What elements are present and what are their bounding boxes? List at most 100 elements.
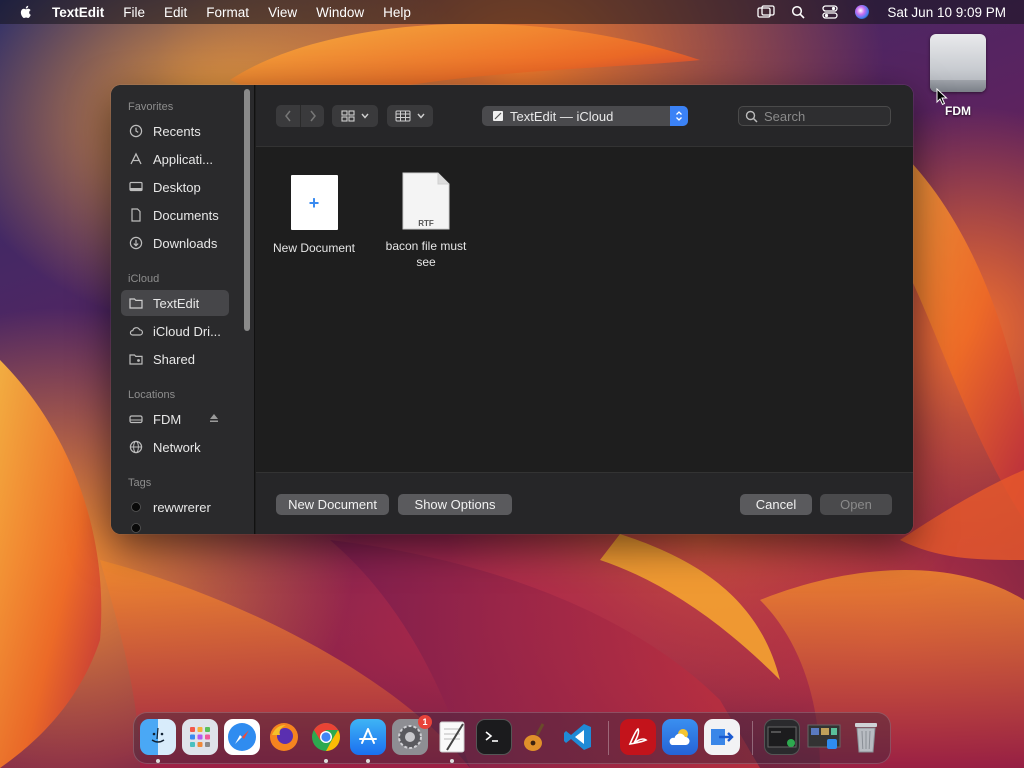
sidebar-item-label: rewwrerer: [153, 499, 211, 515]
folder-icon: [129, 296, 143, 310]
group-grid-icon: [395, 110, 411, 122]
sidebar-item-tag-partial[interactable]: [121, 522, 229, 534]
new-document-button[interactable]: New Document: [276, 494, 389, 515]
trash-icon[interactable]: [848, 719, 884, 755]
textedit-icon[interactable]: [434, 719, 470, 755]
garageband-icon[interactable]: [518, 719, 554, 755]
file-item-new-document[interactable]: + New Document: [264, 175, 364, 256]
mouse-pointer-icon: [936, 88, 948, 106]
group-by-button[interactable]: [387, 105, 433, 127]
menu-edit[interactable]: Edit: [164, 5, 187, 20]
file-name: New Document: [272, 241, 356, 255]
acrobat-icon[interactable]: [620, 719, 656, 755]
menu-format[interactable]: Format: [206, 5, 249, 20]
location-stepper[interactable]: [670, 106, 688, 126]
open-file-dialog: Favorites Recents Applicati... Desktop D…: [111, 85, 913, 534]
cloud-icon: [129, 324, 143, 338]
terminal-icon[interactable]: [476, 719, 512, 755]
search-input[interactable]: [764, 108, 884, 124]
menu-view[interactable]: View: [268, 5, 297, 20]
menu-file[interactable]: File: [123, 5, 145, 20]
menu-bar: TextEdit File Edit Format View Window He…: [0, 0, 1024, 24]
sidebar-item-tag-rewwrerer[interactable]: rewwrerer: [121, 494, 229, 520]
launchpad-icon[interactable]: [182, 719, 218, 755]
recent-window2-icon[interactable]: [806, 719, 842, 755]
sidebar-item-desktop[interactable]: Desktop: [121, 174, 229, 200]
forward-button[interactable]: [300, 105, 324, 127]
file-browser: + New Document RTF bacon file must see: [256, 148, 913, 472]
rtf-badge: RTF: [418, 219, 434, 228]
finder-icon[interactable]: [140, 719, 176, 755]
sidebar-item-label: iCloud Dri...: [153, 323, 221, 339]
sidebar-item-textedit[interactable]: TextEdit: [121, 290, 229, 316]
rtf-document-icon: RTF: [402, 172, 450, 230]
sidebar-item-label: Recents: [153, 123, 201, 139]
recent-window-icon[interactable]: [764, 719, 800, 755]
sidebar-item-applications[interactable]: Applicati...: [121, 146, 229, 172]
chrome-icon[interactable]: [308, 719, 344, 755]
menubar-clock[interactable]: Sat Jun 10 9:09 PM: [887, 5, 1006, 20]
location-label: TextEdit — iCloud: [510, 108, 614, 124]
sidebar-item-shared[interactable]: Shared: [121, 346, 229, 372]
menu-help[interactable]: Help: [383, 5, 411, 20]
file-name: bacon file must see: [385, 239, 467, 269]
back-forward-buttons: [276, 105, 324, 127]
sidebar-item-network[interactable]: Network: [121, 434, 229, 460]
cancel-button[interactable]: Cancel: [740, 494, 812, 515]
menu-app-name[interactable]: TextEdit: [52, 5, 104, 20]
dialog-bottom-bar: New Document Show Options Cancel Open: [256, 472, 913, 534]
apple-menu-icon[interactable]: [18, 4, 34, 20]
dialog-main-panel: TextEdit — iCloud + New Document RTF: [256, 85, 913, 534]
document-icon: [129, 208, 143, 222]
up-down-chevron-icon: [676, 111, 682, 121]
sidebar-item-documents[interactable]: Documents: [121, 202, 229, 228]
search-field[interactable]: [738, 106, 891, 126]
sidebar-scrollbar[interactable]: [244, 89, 250, 331]
sidebar-item-downloads[interactable]: Downloads: [121, 230, 229, 256]
show-options-button[interactable]: Show Options: [398, 494, 512, 515]
safari-icon[interactable]: [224, 719, 260, 755]
system-settings-icon[interactable]: 1: [392, 715, 432, 755]
screen-mirroring-icon[interactable]: [757, 4, 776, 20]
sidebar-section-locations: Locations: [128, 389, 176, 401]
location-popup[interactable]: TextEdit — iCloud: [482, 106, 688, 126]
migration-icon[interactable]: [704, 719, 740, 755]
view-mode-button[interactable]: [332, 105, 378, 127]
search-icon: [745, 110, 758, 123]
vscode-icon[interactable]: [560, 719, 596, 755]
control-center-icon[interactable]: [821, 4, 839, 20]
file-item-bacon[interactable]: RTF bacon file must see: [376, 172, 476, 270]
chevron-down-icon: [361, 113, 369, 119]
dock: 1: [133, 712, 891, 764]
back-button[interactable]: [276, 105, 300, 127]
sidebar-item-label: Downloads: [153, 235, 218, 251]
sidebar-item-label: FDM: [153, 411, 182, 427]
desktop-icon: [129, 180, 143, 194]
weather-icon[interactable]: [662, 719, 698, 755]
siri-icon[interactable]: [853, 4, 871, 20]
external-drive-icon: [930, 34, 986, 92]
sidebar-item-recents[interactable]: Recents: [121, 118, 229, 144]
spotlight-search-icon[interactable]: [789, 4, 807, 20]
chevron-right-icon: [309, 110, 316, 122]
clock-icon: [129, 124, 143, 138]
dialog-sidebar: Favorites Recents Applicati... Desktop D…: [111, 85, 255, 534]
tag-dot-icon: [129, 500, 143, 514]
sidebar-item-label: TextEdit: [153, 295, 200, 311]
menu-window[interactable]: Window: [316, 5, 364, 20]
sidebar-section-favorites: Favorites: [128, 101, 174, 113]
sidebar-item-label: Shared: [153, 351, 195, 367]
app-store-icon[interactable]: [350, 719, 386, 755]
firefox-icon[interactable]: [266, 719, 302, 755]
globe-icon: [129, 440, 143, 454]
new-document-plus-icon: +: [290, 175, 338, 230]
eject-icon[interactable]: [209, 413, 219, 423]
sidebar-section-icloud: iCloud: [128, 273, 160, 285]
sidebar-item-icloud-drive[interactable]: iCloud Dri...: [121, 318, 229, 344]
sidebar-item-label: Desktop: [153, 179, 201, 195]
grid-view-icon: [341, 110, 355, 122]
sidebar-item-fdm[interactable]: FDM: [121, 406, 229, 432]
open-button[interactable]: Open: [820, 494, 892, 515]
shared-folder-icon: [129, 352, 143, 366]
sidebar-item-label: Documents: [153, 207, 219, 223]
